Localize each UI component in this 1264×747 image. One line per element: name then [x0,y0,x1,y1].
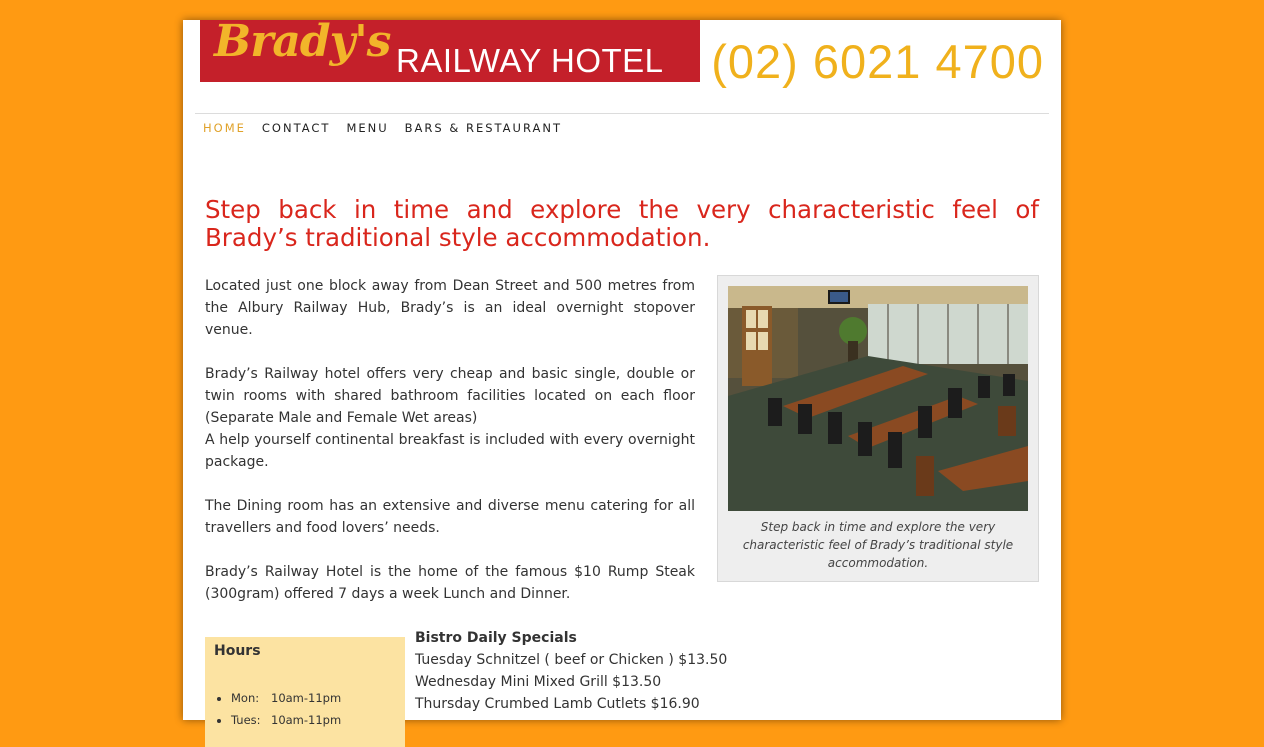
paragraph-rooms-text: Brady’s Railway hotel offers very cheap … [205,366,695,426]
nav-menu[interactable]: MENU [346,120,388,136]
phone-number: (02) 6021 4700 [711,35,1044,88]
hours-title: Hours [214,643,261,659]
logo[interactable]: Brady's RAILWAY HOTEL [200,20,700,82]
hours-time: 10am-11pm [271,691,342,705]
hours-day: Mon: [231,691,260,705]
hours-day: Tues: [231,713,261,727]
paragraph-rooms: Brady’s Railway hotel offers very cheap … [205,363,695,473]
photo-box: Step back in time and explore the very c… [717,275,1039,582]
page-container: Brady's RAILWAY HOTEL (02) 6021 4700 HOM… [183,20,1061,747]
hours-item: Mon: 10am-11pm [231,687,341,709]
hours-item: Tues: 10am-11pm [231,709,341,731]
bistro-specials: Bistro Daily Specials Tuesday Schnitzel … [415,627,815,715]
hours-panel: Hours Mon: 10am-11pm Tues: 10am-11pm [205,637,405,747]
hours-list: Mon: 10am-11pm Tues: 10am-11pm [215,687,341,731]
special-item: Tuesday Schnitzel ( beef or Chicken ) $1… [415,652,728,668]
hours-time: 10am-11pm [271,713,342,727]
specials-title: Bistro Daily Specials [415,630,577,646]
dining-room-illustration [728,286,1028,511]
logo-script-text: Brady's [214,20,391,67]
dining-room-photo [728,286,1028,511]
header-divider [195,113,1049,114]
special-item: Thursday Crumbed Lamb Cutlets $16.90 [415,696,700,712]
nav-bars-restaurant[interactable]: BARS & RESTAURANT [405,120,562,136]
paragraph-breakfast-text: A help yourself continental breakfast is… [205,432,695,470]
page-headline: Step back in time and explore the very c… [205,195,1039,252]
intro-text: Located just one block away from Dean St… [205,275,695,627]
special-item: Wednesday Mini Mixed Grill $13.50 [415,674,662,690]
nav-contact[interactable]: CONTACT [262,120,331,136]
nav-home[interactable]: HOME [203,120,246,136]
logo-hotel-text: RAILWAY HOTEL [396,42,664,79]
main-nav: HOME CONTACT MENU BARS & RESTAURANT [203,120,578,136]
paragraph-location: Located just one block away from Dean St… [205,278,695,338]
photo-caption: Step back in time and explore the very c… [742,520,1014,570]
paragraph-dining: The Dining room has an extensive and div… [205,498,695,536]
paragraph-steak: Brady’s Railway Hotel is the home of the… [205,564,695,602]
